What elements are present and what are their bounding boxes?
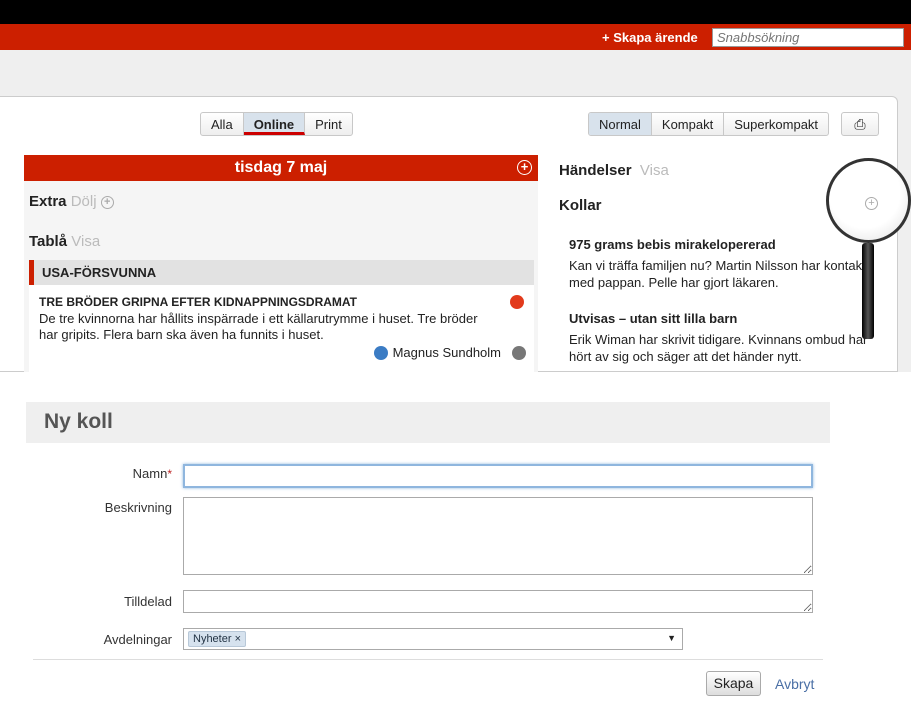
magnifier-icon: +: [826, 158, 911, 243]
submit-button[interactable]: Skapa: [706, 671, 761, 696]
koll-title[interactable]: 975 grams bebis mirakelopererad: [569, 236, 879, 253]
tabla-section: Tablå Visa: [29, 233, 100, 250]
name-input[interactable]: [183, 464, 813, 488]
story-title[interactable]: TRE BRÖDER GRIPNA EFTER KIDNAPPNINGSDRAM…: [39, 295, 357, 309]
mode-normal[interactable]: Normal: [589, 113, 652, 135]
remove-tag-icon[interactable]: ×: [235, 633, 241, 645]
add-icon[interactable]: +: [100, 196, 114, 209]
koll-text: Kan vi träffa familjen nu? Martin Nilsso…: [569, 258, 866, 290]
mode-superkompakt[interactable]: Superkompakt: [724, 113, 828, 135]
day-title: tisdag 7 maj: [234, 159, 328, 176]
departments-select[interactable]: Nyheter × ▼: [183, 628, 683, 650]
filter-alla[interactable]: Alla: [201, 113, 244, 135]
user-icon: [373, 345, 388, 360]
extra-section: Extra Dölj +: [29, 193, 114, 210]
globe-icon: [512, 345, 526, 360]
dropdown-arrow-icon[interactable]: ▼: [667, 633, 676, 643]
extra-label: Extra: [29, 193, 67, 210]
story-card[interactable]: TRE BRÖDER GRIPNA EFTER KIDNAPPNINGSDRAM…: [29, 285, 534, 372]
filter-online[interactable]: Online: [243, 113, 306, 135]
assigned-input[interactable]: [183, 590, 813, 613]
story-group-header[interactable]: USA-FÖRSVUNNA: [29, 260, 534, 285]
form-title: Ny koll: [26, 402, 830, 443]
name-label: Namn*: [132, 466, 172, 481]
required-marker: *: [167, 467, 172, 481]
author-name[interactable]: Magnus Sundholm: [393, 345, 501, 360]
print-button[interactable]: ⎙: [841, 112, 879, 136]
tabla-label: Tablå: [29, 233, 68, 250]
quick-search-input[interactable]: [712, 28, 904, 47]
story-author: Magnus Sundholm: [373, 345, 526, 360]
koll-title[interactable]: Utvisas – utan sitt lilla barn: [569, 310, 879, 327]
koll-item[interactable]: Utvisas – utan sitt lilla barn Erik Wiman…: [569, 310, 879, 365]
description-textarea[interactable]: [183, 497, 813, 575]
assigned-label: Tilldelad: [124, 594, 172, 609]
view-mode-toggle: Normal Kompakt Superkompakt: [588, 112, 830, 136]
add-icon[interactable]: +: [517, 160, 532, 175]
department-tag: Nyheter ×: [188, 631, 247, 647]
extra-toggle[interactable]: Dölj: [71, 193, 97, 210]
day-header: tisdag 7 maj +: [24, 155, 538, 181]
departments-label: Avdelningar: [103, 632, 172, 647]
channel-filter: Alla Online Print: [200, 112, 353, 136]
create-case-button[interactable]: + Skapa ärende: [602, 30, 698, 45]
mode-kompakt[interactable]: Kompakt: [652, 113, 725, 135]
description-label: Beskrivning: [104, 500, 172, 515]
handelser-section: Händelser Visa: [559, 162, 669, 179]
kollar-label: Kollar: [559, 197, 602, 214]
add-icon[interactable]: +: [865, 197, 878, 210]
filter-print[interactable]: Print: [305, 113, 352, 135]
divider: [33, 659, 823, 660]
koll-item[interactable]: 975 grams bebis mirakelopererad Kan vi tr…: [569, 236, 879, 291]
story-text: De tre kvinnorna har hållits inspärrade …: [39, 311, 478, 342]
magnifier-handle: [862, 243, 874, 339]
handelser-label: Händelser: [559, 162, 632, 179]
browser-top-bar: [0, 0, 911, 24]
cancel-link[interactable]: Avbryt: [775, 676, 814, 692]
status-dot-icon: [510, 295, 524, 309]
handelser-toggle[interactable]: Visa: [640, 162, 669, 179]
koll-text: Erik Wiman har skrivit tidigare. Kvinnan…: [569, 332, 868, 364]
printer-icon: ⎙: [854, 116, 866, 132]
tabla-toggle[interactable]: Visa: [71, 233, 100, 250]
day-column: tisdag 7 maj + Extra Dölj + Tablå Visa U…: [24, 155, 538, 372]
